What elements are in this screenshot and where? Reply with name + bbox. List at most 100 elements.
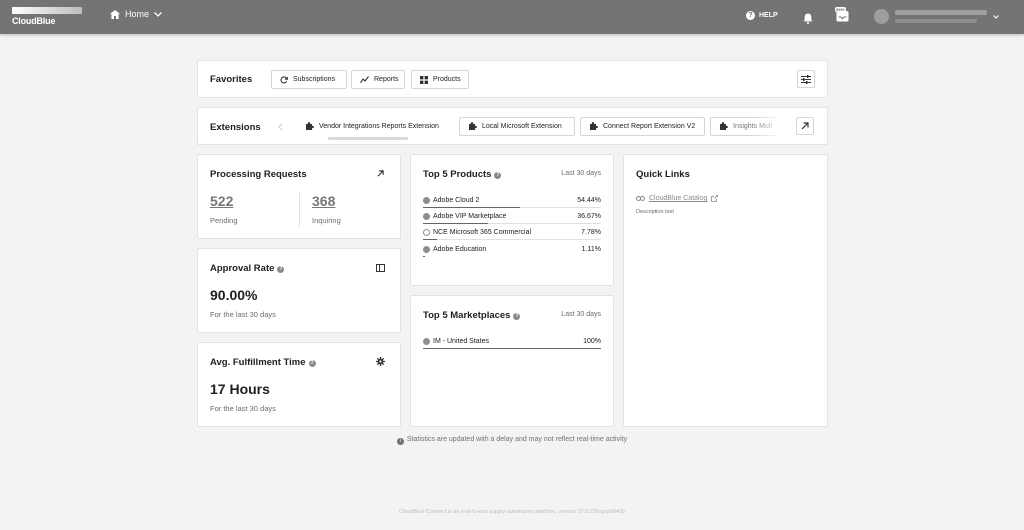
inquiring-count-link[interactable]: 368 bbox=[312, 193, 335, 209]
help-button[interactable]: ? HELP bbox=[746, 11, 778, 20]
extension-label: Local Microsoft Extension bbox=[482, 123, 562, 130]
avatar bbox=[874, 9, 889, 24]
fulfillment-time-period: For the last 30 days bbox=[210, 404, 276, 413]
help-icon: ? bbox=[746, 11, 755, 20]
product-logo-icon bbox=[423, 212, 430, 220]
processing-requests-title: Processing Requests bbox=[210, 169, 307, 180]
top-marketplaces-period: Last 30 days bbox=[561, 311, 601, 318]
inquiring-label: Inquiring bbox=[312, 216, 341, 225]
quick-link-label[interactable]: CloudBlue Catalog bbox=[649, 195, 707, 202]
grid-icon bbox=[420, 75, 428, 84]
marketplace-name: IM - United States bbox=[433, 337, 490, 345]
help-icon[interactable]: ? bbox=[277, 266, 285, 273]
extensions-title: Extensions bbox=[210, 122, 261, 133]
gear-icon bbox=[376, 357, 385, 366]
fulfillment-time-title-text: Avg. Fulfillment Time bbox=[210, 357, 306, 368]
extensions-fade bbox=[754, 113, 784, 141]
product-share: 54.44% bbox=[577, 196, 601, 204]
marketplace-row: IM - United States 100% bbox=[423, 333, 601, 349]
help-icon[interactable]: ? bbox=[308, 360, 316, 367]
fulfillment-settings-button[interactable] bbox=[373, 354, 388, 369]
extensions-scrollbar[interactable] bbox=[328, 137, 408, 140]
extension-vendor-integrations[interactable]: Vendor Integrations Reports Extension bbox=[296, 117, 453, 136]
extension-label: Connect Report Extension V2 bbox=[603, 123, 696, 130]
footnote-text: Statistics are updated with a delay and … bbox=[406, 436, 628, 443]
fulfillment-time-title: Avg. Fulfillment Time? bbox=[210, 357, 316, 368]
quick-link-catalog[interactable]: CloudBlue Catalog bbox=[636, 195, 719, 202]
favorite-label: Products bbox=[433, 76, 461, 83]
account-info-blurred bbox=[895, 10, 987, 23]
approval-rate-panel-button[interactable] bbox=[373, 260, 388, 275]
fulfillment-time-card: Avg. Fulfillment Time? 17 Hours For the … bbox=[197, 342, 401, 427]
favorite-label: Subscriptions bbox=[293, 76, 336, 83]
puzzle-icon bbox=[720, 122, 728, 130]
extensions-bar: Extensions Vendor Integrations Reports E… bbox=[197, 107, 828, 145]
approval-rate-value: 90.00% bbox=[210, 287, 258, 303]
help-icon[interactable]: ? bbox=[513, 313, 521, 320]
external-link-icon bbox=[711, 195, 719, 202]
pending-label: Pending bbox=[210, 216, 238, 225]
home-icon bbox=[110, 9, 120, 19]
favorite-products[interactable]: Products bbox=[411, 70, 469, 89]
top-marketplaces-title: Top 5 Marketplaces? bbox=[423, 310, 521, 321]
puzzle-icon bbox=[590, 122, 598, 130]
marketplace-share-bar bbox=[423, 348, 601, 349]
sliders-icon bbox=[801, 74, 811, 84]
customize-favorites-button[interactable] bbox=[797, 70, 815, 88]
quick-links-card: Quick Links CloudBlue Catalog Descriptio… bbox=[623, 154, 828, 427]
flag-icon bbox=[423, 337, 430, 345]
open-extensions-button[interactable] bbox=[796, 117, 814, 135]
product-name: Adobe VIP Marketplace bbox=[433, 212, 507, 220]
pending-count-link[interactable]: 522 bbox=[210, 193, 233, 209]
product-row: Adobe VIP Marketplace 36.67% bbox=[423, 208, 601, 224]
chart-icon bbox=[360, 75, 369, 83]
product-logo-icon bbox=[423, 228, 430, 236]
product-name: NCE Microsoft 365 Commercial bbox=[433, 228, 532, 236]
refresh-icon bbox=[280, 75, 288, 83]
top-products-card: Top 5 Products? Last 30 days Adobe Cloud… bbox=[410, 154, 614, 286]
quick-links-title: Quick Links bbox=[636, 169, 690, 180]
logo-text: CloudBlue bbox=[12, 16, 56, 26]
cloudblue-logo[interactable]: CloudBlue bbox=[12, 7, 84, 27]
processing-requests-card: Processing Requests 522 Pending 368 Inqu… bbox=[197, 154, 401, 239]
approval-rate-title: Approval Rate? bbox=[210, 263, 285, 274]
puzzle-icon bbox=[469, 122, 477, 130]
extension-label: Vendor Integrations Reports Extension bbox=[319, 123, 439, 130]
home-nav-label: Home bbox=[125, 9, 150, 19]
quick-link-description: Description test bbox=[636, 209, 674, 215]
product-share: 1.11% bbox=[581, 245, 601, 253]
product-logo-icon bbox=[423, 245, 430, 253]
favorite-subscriptions[interactable]: Subscriptions bbox=[271, 70, 347, 89]
info-icon: i bbox=[396, 438, 404, 445]
product-logo-icon bbox=[423, 196, 430, 204]
marketplace-share: 100% bbox=[583, 337, 601, 345]
product-row: Adobe Education 1.11% bbox=[423, 241, 601, 257]
notifications-button[interactable] bbox=[803, 11, 813, 29]
arrow-up-right-icon bbox=[377, 170, 384, 177]
help-icon[interactable]: ? bbox=[494, 172, 502, 179]
product-share-bar bbox=[423, 256, 425, 257]
side-panel-icon bbox=[376, 263, 385, 272]
approval-rate-period: For the last 30 days bbox=[210, 310, 276, 319]
open-requests-button[interactable] bbox=[373, 166, 388, 181]
top-products-period: Last 30 days bbox=[561, 170, 601, 177]
favorite-reports[interactable]: Reports bbox=[351, 70, 405, 89]
fulfillment-time-value: 17 Hours bbox=[210, 381, 270, 397]
product-row: Adobe Cloud 2 54.44% bbox=[423, 192, 601, 208]
product-share: 36.67% bbox=[577, 212, 601, 220]
help-label: HELP bbox=[759, 12, 778, 19]
top-marketplaces-title-text: Top 5 Marketplaces bbox=[423, 310, 511, 321]
top-marketplaces-card: Top 5 Marketplaces? Last 30 days IM - Un… bbox=[410, 295, 614, 427]
extension-local-microsoft[interactable]: Local Microsoft Extension bbox=[459, 117, 575, 136]
top-products-title: Top 5 Products? bbox=[423, 169, 502, 180]
favorites-bar: Favorites Subscriptions Reports Products bbox=[197, 60, 828, 98]
extension-connect-report-v2[interactable]: Connect Report Extension V2 bbox=[580, 117, 705, 136]
inbox-button[interactable]: 999+ bbox=[835, 7, 850, 23]
inbox-badge: 999+ bbox=[835, 7, 847, 12]
page-footer: CloudBlue Connect is an end-to-end suppl… bbox=[399, 509, 625, 515]
favorite-label: Reports bbox=[374, 76, 399, 83]
chevron-left-icon[interactable] bbox=[278, 123, 283, 131]
home-nav-menu[interactable]: Home bbox=[110, 9, 167, 19]
puzzle-icon bbox=[306, 122, 314, 130]
account-menu[interactable] bbox=[874, 9, 999, 24]
